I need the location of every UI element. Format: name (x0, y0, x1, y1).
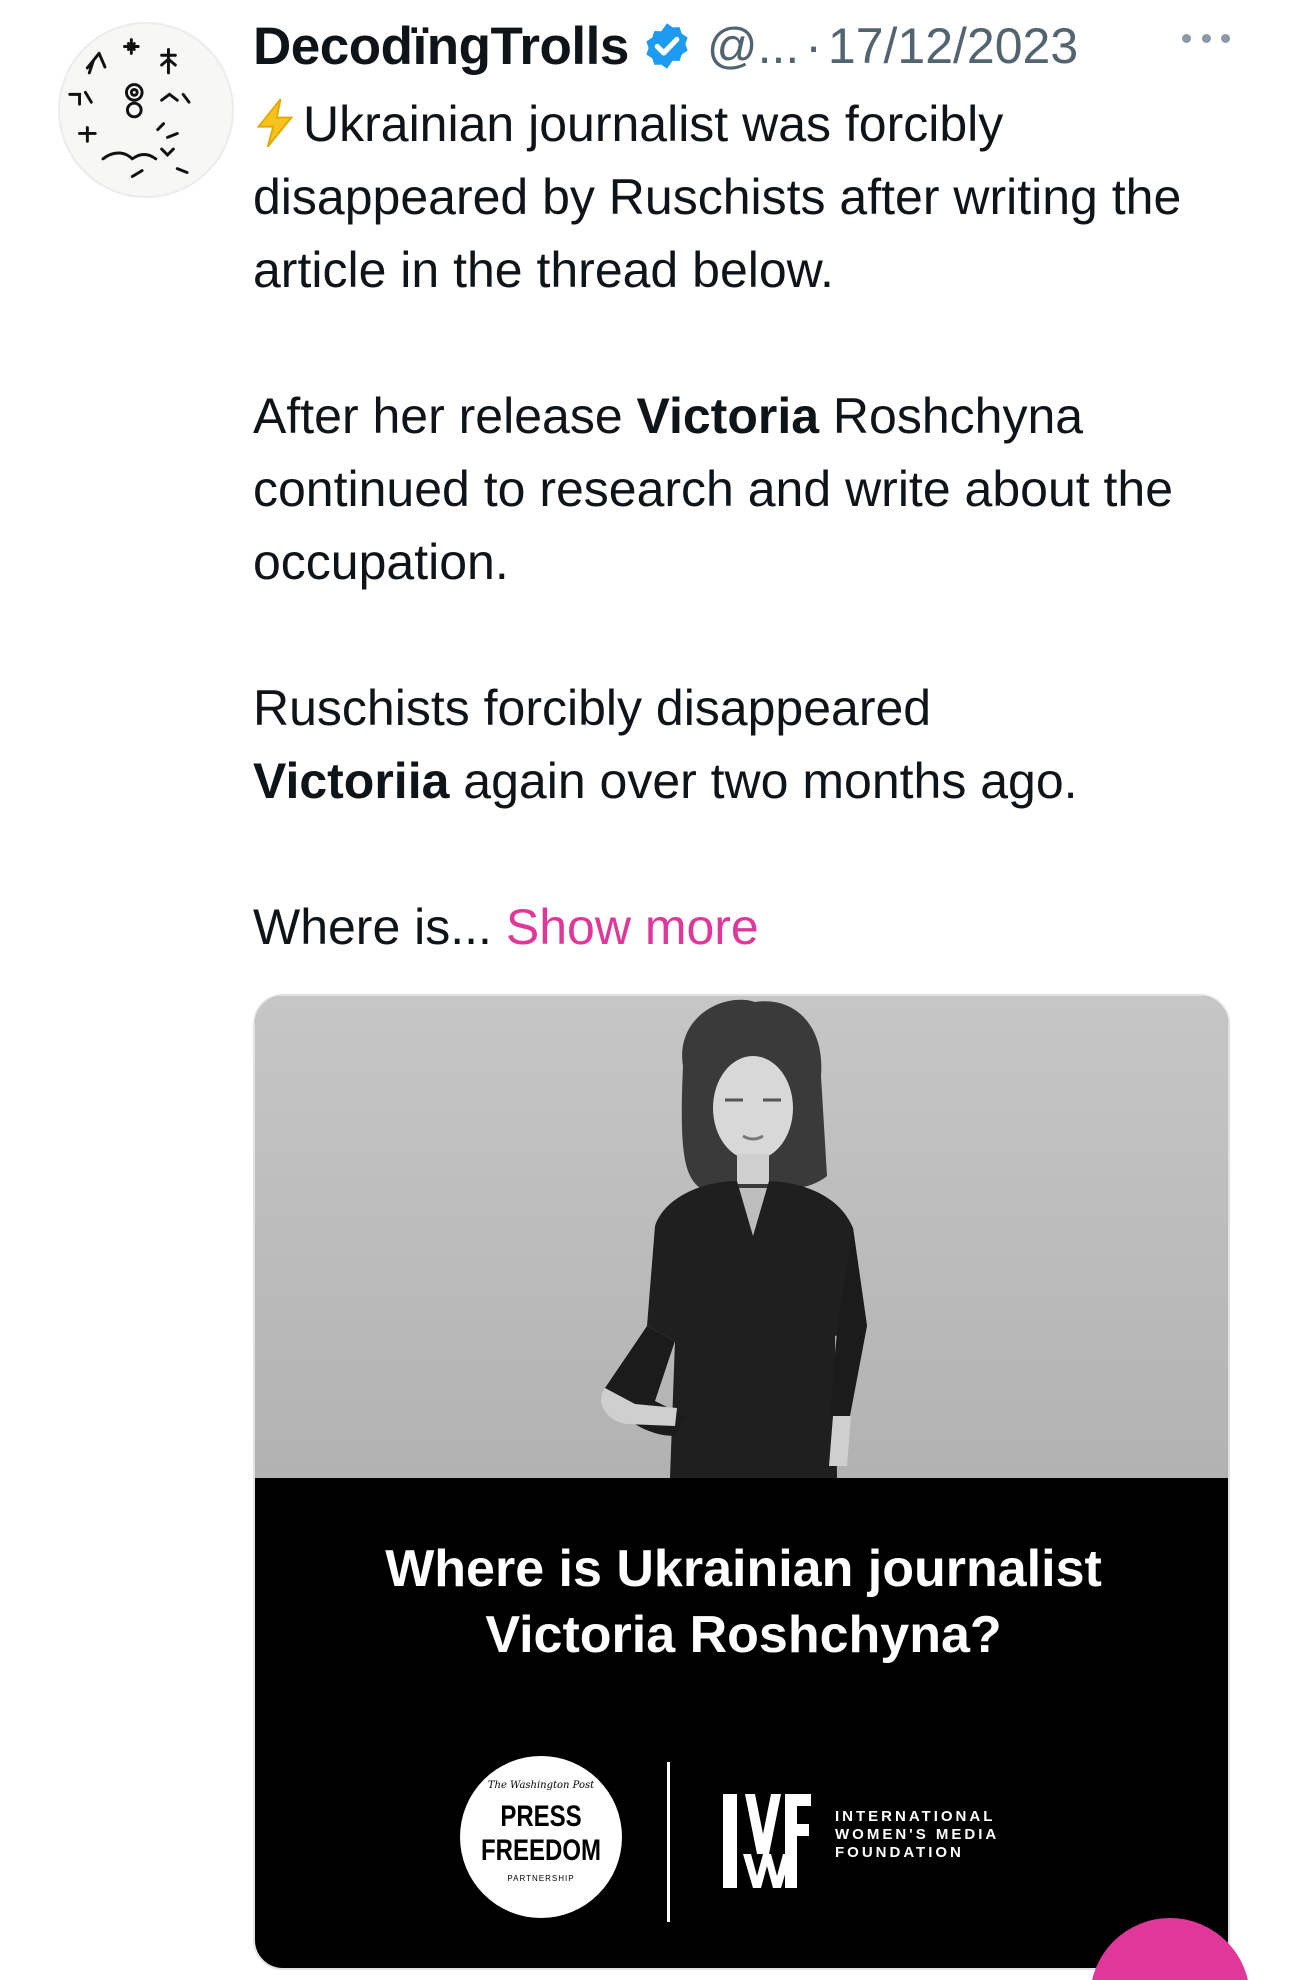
iwmf-line-2: WOMEN'S MEDIA (835, 1826, 1000, 1843)
logo-divider (667, 1762, 670, 1922)
verified-badge-icon[interactable] (641, 20, 693, 72)
more-dot (1201, 33, 1211, 43)
tweet-paragraph-1: Ukrainian journalist was forcibly disapp… (253, 88, 1263, 307)
p4-text: Where is... (253, 899, 492, 955)
headline-line-2: Victoria Roshchyna? (485, 1606, 1002, 1664)
press-freedom-title: PRESS FREEDOM (476, 1800, 606, 1868)
iwmf-name: INTERNATIONAL WOMEN'S MEDIA FOUNDATION (835, 1808, 999, 1862)
p3-bold: Victoriia (253, 753, 450, 809)
press-line-1: PRESS (500, 1800, 582, 1833)
tweet[interactable]: DecodïngTrolls @... · 17/12/2023 Ukraini… (0, 0, 1290, 1980)
more-options-icon[interactable] (1178, 18, 1234, 58)
press-freedom-logo: The Washington Post PRESS FREEDOM PARTNE… (460, 1756, 622, 1918)
press-partnership: PARTNERSHIP (507, 1874, 575, 1883)
tweet-header: DecodïngTrolls @... · 17/12/2023 (253, 10, 1253, 82)
media-card[interactable]: Where is Ukrainian journalist Victoria R… (253, 994, 1230, 1970)
iwmf-line-3: FOUNDATION (835, 1844, 964, 1861)
p2-text: After her release (253, 388, 637, 444)
headline-line-1: Where is Ukrainian journalist (385, 1540, 1102, 1598)
author-handle[interactable]: @... (707, 17, 799, 75)
lightning-emoji-icon (253, 97, 297, 149)
tweet-date[interactable]: 17/12/2023 (828, 17, 1078, 75)
tweet-paragraph-3: Ruschists forcibly disappeared Victoriia… (253, 672, 1263, 818)
avatar[interactable] (58, 22, 234, 198)
p3-text-after: again over two months ago. (449, 753, 1078, 809)
more-dot (1221, 33, 1230, 43)
show-more-link[interactable]: Show more (506, 899, 759, 955)
tweet-paragraph-4: Where is... Show more (253, 891, 1263, 964)
p2-bold: Victoria (636, 388, 820, 444)
header-separator: · (805, 18, 822, 74)
iwmf-line-1: INTERNATIONAL (835, 1808, 996, 1825)
more-dot (1182, 33, 1191, 43)
avatar-petroglyph-art (68, 38, 191, 178)
partner-logos: The Washington Post PRESS FREEDOM PARTNE… (255, 1756, 1228, 1926)
media-headline: Where is Ukrainian journalist Victoria R… (255, 1536, 1228, 1668)
journalist-photo (255, 996, 1228, 1478)
p3-text: Ruschists forcibly disappeared (253, 680, 932, 736)
display-name[interactable]: DecodïngTrolls (253, 16, 629, 77)
tweet-line-1: Ukrainian journalist was forcibly disapp… (253, 96, 1182, 298)
press-line-2: FREEDOM (481, 1834, 601, 1867)
tweet-text: Ukrainian journalist was forcibly disapp… (253, 88, 1263, 964)
tweet-paragraph-2: After her release Victoria Roshchyna con… (253, 380, 1263, 599)
press-masthead: The Washington Post (487, 1780, 595, 1791)
iwmf-logo-icon (715, 1784, 819, 1898)
